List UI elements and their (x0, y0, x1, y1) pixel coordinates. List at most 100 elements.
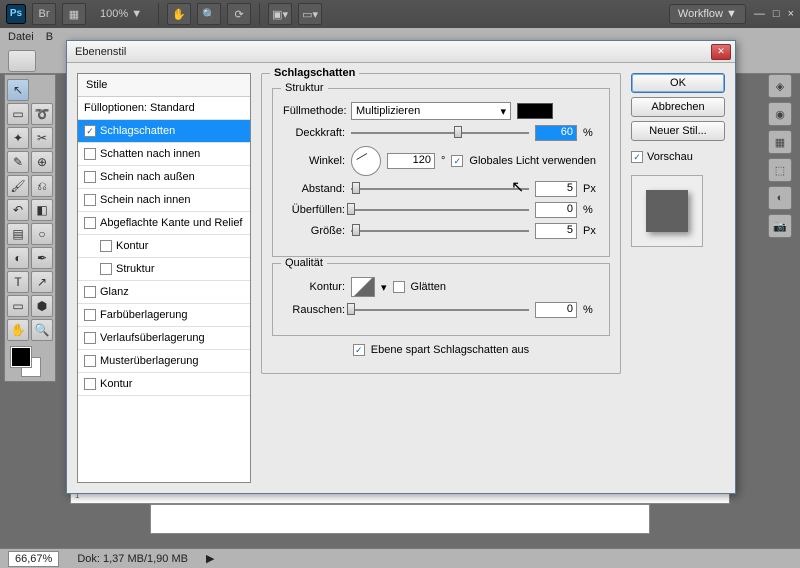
brush-tool[interactable]: 🖌 (7, 175, 29, 197)
angle-input[interactable]: 120 (387, 153, 435, 169)
shadow-color-swatch[interactable] (517, 103, 553, 119)
checkbox-icon[interactable] (84, 171, 96, 183)
noise-slider[interactable] (351, 303, 529, 317)
app-logo-icon: Ps (6, 4, 26, 24)
section-title: Schlagschatten (270, 67, 359, 79)
size-input[interactable]: 5 (535, 223, 577, 239)
menu-b[interactable]: B (46, 31, 53, 43)
lasso-tool[interactable]: ➰ (31, 103, 53, 125)
current-tool-icon[interactable] (8, 50, 36, 72)
panel-btn-2[interactable]: ◉ (768, 102, 792, 126)
style-item[interactable]: Abgeflachte Kante und Relief (78, 212, 250, 235)
crop-tool[interactable]: ✂ (31, 127, 53, 149)
stamp-tool[interactable]: ⎌ (31, 175, 53, 197)
style-item[interactable]: Kontur (78, 373, 250, 396)
bridge-button[interactable]: Br (32, 3, 56, 25)
history-tool[interactable]: ↶ (7, 199, 29, 221)
panel-btn-5[interactable]: ◐ (768, 186, 792, 210)
zoom-icon[interactable]: 🔍 (197, 3, 221, 25)
checkbox-icon[interactable] (84, 286, 96, 298)
global-light-checkbox[interactable]: ✓ (451, 155, 463, 167)
3d-tool[interactable]: ⬢ (31, 295, 53, 317)
checkbox-icon[interactable] (84, 217, 96, 229)
type-tool[interactable]: T (7, 271, 29, 293)
global-light-label: Globales Licht verwenden (469, 155, 596, 167)
styles-header[interactable]: Stile (78, 74, 250, 97)
minimize-icon[interactable]: — (754, 8, 765, 20)
checkbox-icon[interactable] (84, 378, 96, 390)
style-item[interactable]: Musterüberlagerung (78, 350, 250, 373)
spread-slider[interactable] (351, 203, 529, 217)
preview-checkbox[interactable]: ✓ (631, 151, 643, 163)
checkbox-icon[interactable] (84, 355, 96, 367)
distance-slider[interactable] (351, 182, 529, 196)
spread-input[interactable]: 0 (535, 202, 577, 218)
panel-btn-4[interactable]: ⬚ (768, 158, 792, 182)
gradient-tool[interactable]: ▤ (7, 223, 29, 245)
opacity-slider[interactable] (351, 126, 529, 140)
foreground-color[interactable] (11, 347, 31, 367)
eraser-tool[interactable]: ◧ (31, 199, 53, 221)
move-tool[interactable]: ↖ (7, 79, 29, 101)
checkbox-icon[interactable] (100, 240, 112, 252)
style-item[interactable]: Verlaufsüberlagerung (78, 327, 250, 350)
style-item[interactable]: Glanz (78, 281, 250, 304)
shape-tool[interactable]: ▭ (7, 295, 29, 317)
wand-tool[interactable]: ✦ (7, 127, 29, 149)
film-icon[interactable]: ▦ (62, 3, 86, 25)
cancel-button[interactable]: Abbrechen (631, 97, 725, 117)
hand-tool[interactable]: ✋ (7, 319, 29, 341)
canvas[interactable] (150, 504, 650, 534)
angle-dial[interactable] (351, 146, 381, 176)
panel-btn-1[interactable]: ◈ (768, 74, 792, 98)
workspace-switcher[interactable]: Workflow ▼ (669, 4, 746, 24)
noise-input[interactable]: 0 (535, 302, 577, 318)
style-item[interactable]: Struktur (78, 258, 250, 281)
dialog-close-button[interactable]: ✕ (711, 44, 731, 60)
pen-tool[interactable]: ✒ (31, 247, 53, 269)
status-arrow-icon[interactable]: ▶ (206, 552, 214, 565)
checkbox-icon[interactable] (84, 194, 96, 206)
style-item[interactable]: Schein nach innen (78, 189, 250, 212)
fill-options-item[interactable]: Fülloptionen: Standard (78, 97, 250, 120)
screen-icon[interactable]: ▭▾ (298, 3, 322, 25)
blend-mode-dropdown[interactable]: Multiplizieren▾ (351, 102, 511, 120)
style-item-schlagschatten[interactable]: ✓Schlagschatten (78, 120, 250, 143)
checkbox-icon[interactable] (84, 332, 96, 344)
contour-picker[interactable] (351, 277, 375, 297)
chevron-down-icon[interactable]: ▾ (381, 281, 387, 294)
style-item[interactable]: Farbüberlagerung (78, 304, 250, 327)
hand-icon[interactable]: ✋ (167, 3, 191, 25)
maximize-icon[interactable]: □ (773, 8, 780, 20)
marquee-tool[interactable]: ▭ (7, 103, 29, 125)
top-zoom[interactable]: 100% ▼ (92, 8, 150, 20)
dialog-titlebar[interactable]: Ebenenstil ✕ (67, 41, 735, 63)
style-item[interactable]: Kontur (78, 235, 250, 258)
menu-datei[interactable]: Datei (8, 31, 34, 43)
checkbox-icon[interactable]: ✓ (84, 125, 96, 137)
status-zoom[interactable]: 66,67% (8, 551, 59, 567)
checkbox-icon[interactable] (84, 309, 96, 321)
checkbox-icon[interactable] (84, 148, 96, 160)
rotate-icon[interactable]: ⟳ (227, 3, 251, 25)
size-slider[interactable] (351, 224, 529, 238)
checkbox-icon[interactable] (100, 263, 112, 275)
path-tool[interactable]: ↗ (31, 271, 53, 293)
dodge-tool[interactable]: ◐ (7, 247, 29, 269)
blur-tool[interactable]: ○ (31, 223, 53, 245)
healing-tool[interactable]: ⊕ (31, 151, 53, 173)
distance-input[interactable]: 5 (535, 181, 577, 197)
new-style-button[interactable]: Neuer Stil... (631, 121, 725, 141)
panel-btn-3[interactable]: ▦ (768, 130, 792, 154)
style-item[interactable]: Schein nach außen (78, 166, 250, 189)
arrange-icon[interactable]: ▣▾ (268, 3, 292, 25)
knockout-checkbox[interactable]: ✓ (353, 344, 365, 356)
style-item[interactable]: Schatten nach innen (78, 143, 250, 166)
antialias-checkbox[interactable] (393, 281, 405, 293)
ok-button[interactable]: OK (631, 73, 725, 93)
zoom-tool[interactable]: 🔍 (31, 319, 53, 341)
close-icon[interactable]: × (788, 8, 794, 20)
opacity-input[interactable]: 60 (535, 125, 577, 141)
eyedropper-tool[interactable]: ✎ (7, 151, 29, 173)
panel-btn-6[interactable]: 📷 (768, 214, 792, 238)
